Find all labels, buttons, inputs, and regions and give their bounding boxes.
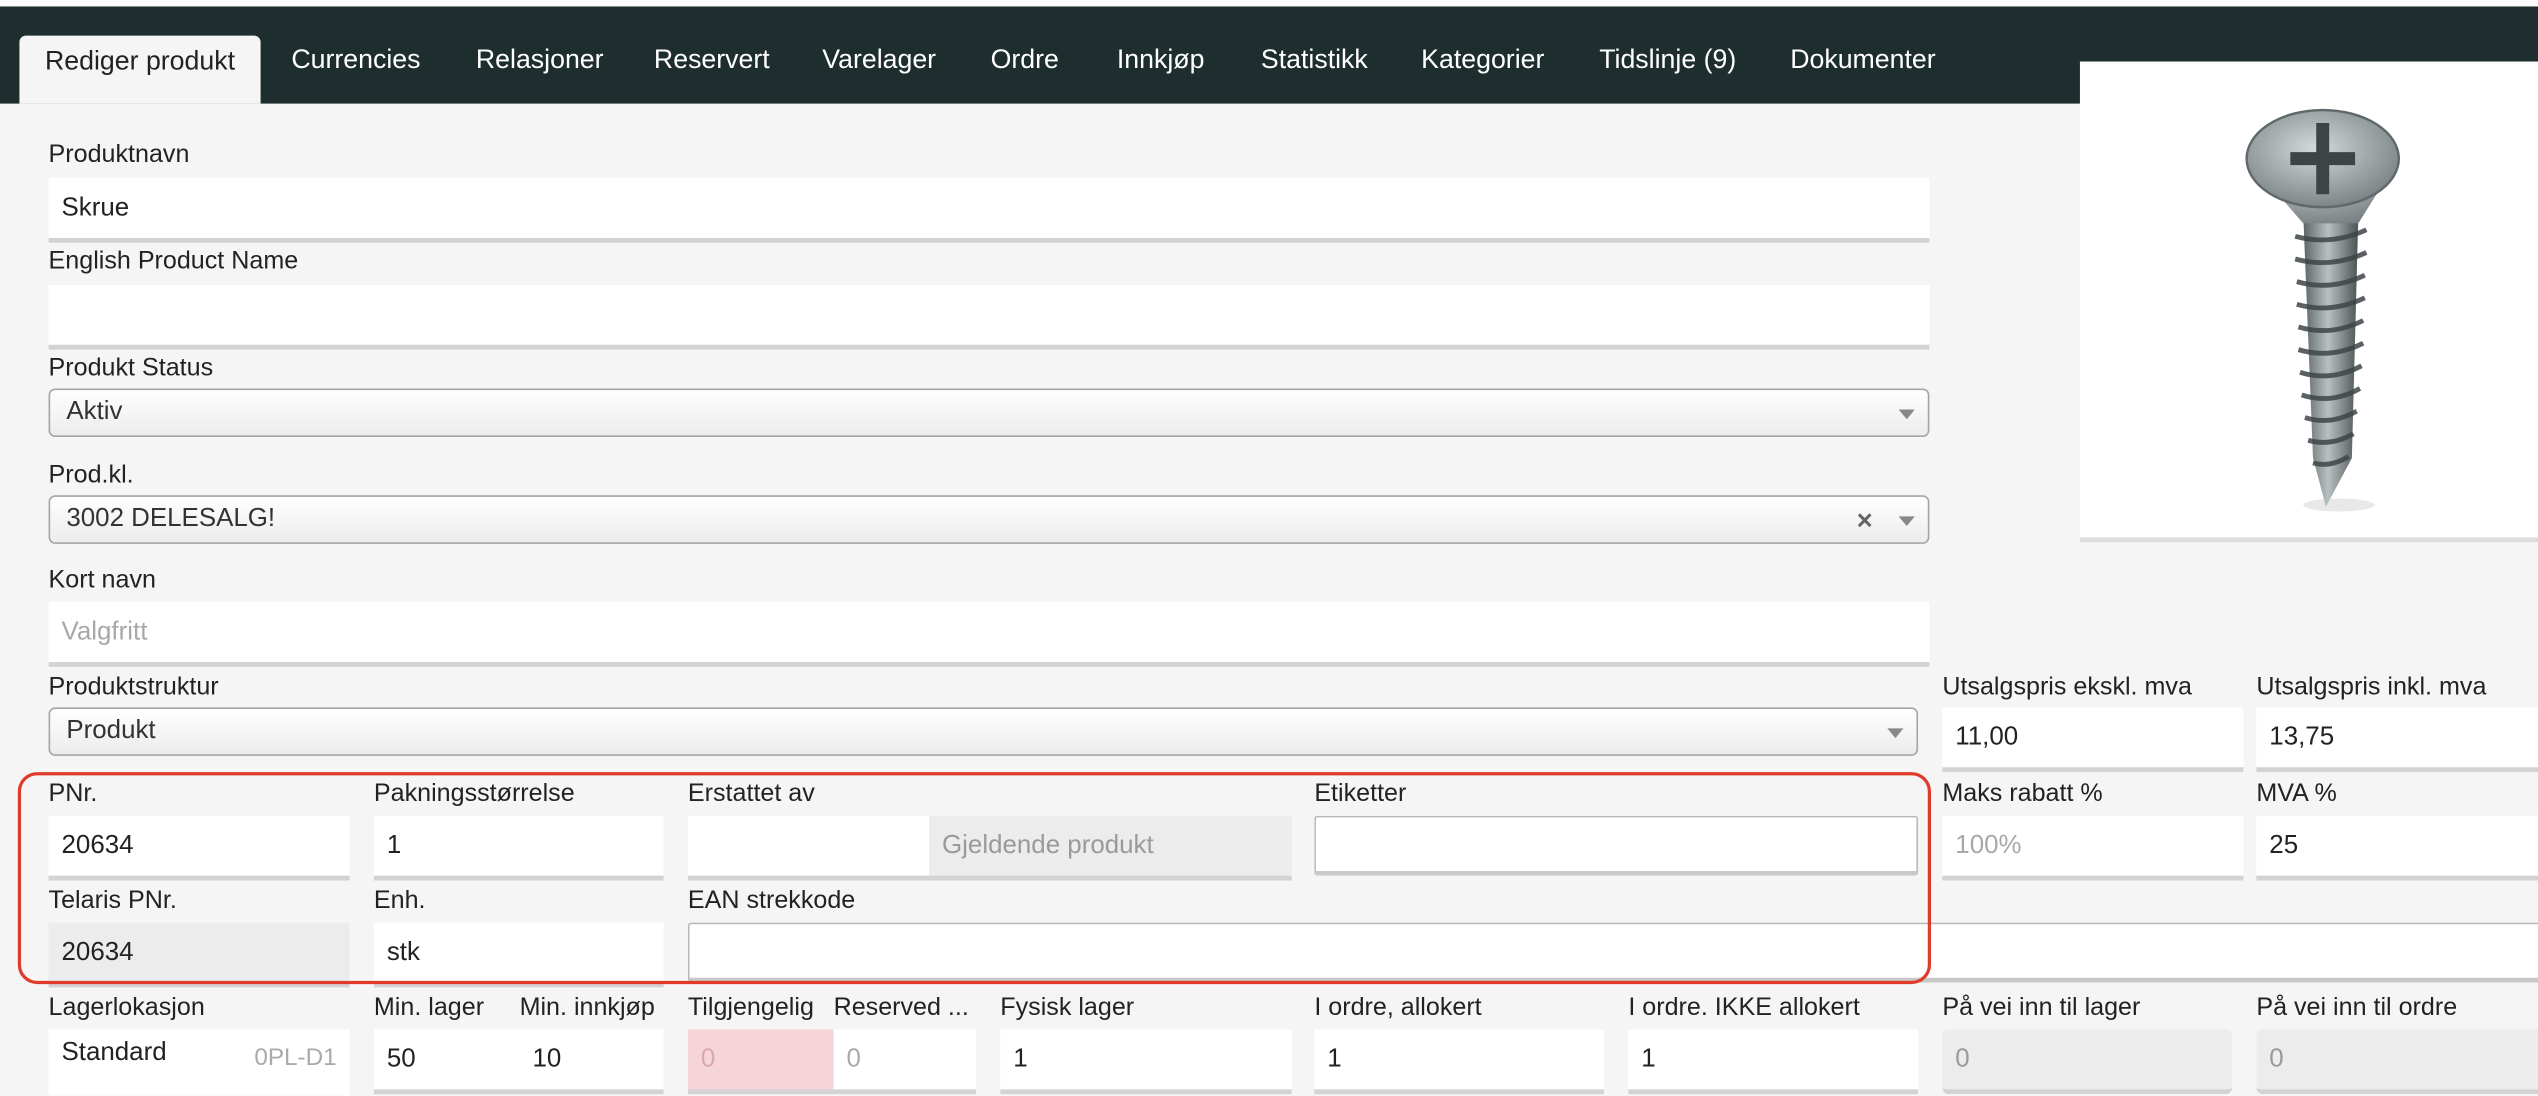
prod-kl-value: 3002 DELESALG! [66, 505, 276, 533]
maks-rabatt-label: Maks rabatt % [1942, 780, 2103, 808]
lagerlokasjon-input[interactable]: Standard 0PL-D1 [48, 1029, 350, 1096]
produkt-status-label: Produkt Status [48, 354, 214, 382]
min-innkjop-input[interactable]: 10 [519, 1029, 664, 1095]
chevron-down-icon [1898, 516, 1915, 527]
pa-vei-lager-field: 0 [1942, 1029, 2233, 1095]
kort-navn-input[interactable]: Valgfritt [48, 602, 1930, 667]
tab-rediger-produkt[interactable]: Rediger produkt [19, 35, 261, 104]
pnr-input[interactable]: 20634 [48, 815, 350, 881]
utsalgspris-inkl-input[interactable]: 13,75 [2256, 707, 2538, 773]
enh-label: Enh. [373, 887, 426, 915]
screw-icon [2245, 108, 2401, 512]
mva-input[interactable]: 25 [2256, 815, 2538, 881]
pa-vei-ordre-field: 0 [2256, 1029, 2538, 1095]
erstattet-av-input[interactable] [687, 815, 930, 881]
product-image-panel[interactable] [2079, 61, 2538, 543]
pakningsstorrelse-label: Pakningsstørrelse [373, 780, 575, 808]
enh-input[interactable]: stk [373, 922, 664, 988]
tab-tidslinje[interactable]: Tidslinje (9) [1599, 47, 1736, 99]
utsalgspris-ekskl-input[interactable]: 11,00 [1942, 707, 2244, 773]
tilgjengelig-label: Tilgjengelig [687, 993, 814, 1022]
maks-rabatt-input[interactable]: 100% [1942, 815, 2244, 881]
tab-relasjoner[interactable]: Relasjoner [476, 47, 604, 99]
produktstruktur-value: Produkt [66, 717, 156, 745]
i-ordre-allokert-field: 1 [1314, 1029, 1605, 1095]
prod-kl-label: Prod.kl. [48, 461, 134, 489]
gjeldende-produkt-field: Gjeldende produkt [929, 815, 1292, 881]
ean-label: EAN strekkode [687, 887, 856, 915]
prod-kl-select[interactable]: 3002 DELESALG! × [48, 495, 1930, 544]
chevron-down-icon [1887, 728, 1904, 739]
min-innkjop-label: Min. innkjøp [519, 993, 655, 1022]
reserved-field: 0 [833, 1029, 977, 1095]
tilgjengelig-field: 0 [687, 1029, 834, 1095]
english-name-input[interactable] [48, 284, 1930, 350]
i-ordre-allokert-label: I ordre, allokert [1314, 993, 1482, 1022]
tab-reservert[interactable]: Reservert [654, 47, 770, 99]
telaris-pnr-field: 20634 [48, 922, 350, 988]
reserved-label: Reserved ... [833, 993, 969, 1022]
tab-innkjop[interactable]: Innkjøp [1117, 47, 1205, 99]
produktnavn-label: Produktnavn [48, 140, 190, 169]
fysisk-lager-label: Fysisk lager [1000, 993, 1135, 1022]
chevron-down-icon [1898, 409, 1915, 420]
i-ordre-ikke-label: I ordre. IKKE allokert [1628, 993, 1860, 1022]
lagerlokasjon-value: Standard [61, 1039, 167, 1067]
tab-statistikk[interactable]: Statistikk [1261, 47, 1368, 99]
produkt-status-value: Aktiv [66, 398, 123, 426]
produktnavn-input[interactable]: Skrue [48, 178, 1930, 243]
tab-kategorier[interactable]: Kategorier [1421, 47, 1544, 99]
tab-varelager[interactable]: Varelager [822, 47, 936, 99]
mva-label: MVA % [2256, 780, 2337, 808]
erstattet-av-label: Erstattet av [687, 780, 815, 808]
product-editor: Rediger produkt Currencies Relasjoner Re… [0, 0, 2538, 1096]
english-name-label: English Product Name [48, 247, 299, 276]
etiketter-input[interactable] [1314, 815, 1919, 876]
i-ordre-ikke-field: 1 [1628, 1029, 1919, 1095]
pa-vei-ordre-label: På vei inn til ordre [2256, 993, 2458, 1022]
pa-vei-lager-label: På vei inn til lager [1942, 993, 2141, 1022]
produktstruktur-select[interactable]: Produkt [48, 707, 1919, 756]
lagerlokasjon-code: 0PL-D1 [254, 1044, 337, 1072]
pakningsstorrelse-input[interactable]: 1 [373, 815, 664, 881]
clear-icon[interactable]: × [1857, 507, 1873, 535]
etiketter-label: Etiketter [1314, 780, 1407, 808]
pnr-label: PNr. [48, 780, 98, 808]
min-lager-input[interactable]: 50 [373, 1029, 520, 1095]
lagerlokasjon-label: Lagerlokasjon [48, 993, 205, 1022]
produkt-status-select[interactable]: Aktiv [48, 388, 1930, 438]
min-lager-label: Min. lager [373, 993, 485, 1022]
utsalgspris-inkl-label: Utsalgspris inkl. mva [2256, 673, 2487, 701]
telaris-pnr-label: Telaris PNr. [48, 887, 177, 915]
tab-dokumenter[interactable]: Dokumenter [1790, 47, 1935, 99]
kort-navn-label: Kort navn [48, 566, 156, 595]
fysisk-lager-field: 1 [1000, 1029, 1292, 1095]
ean-input[interactable] [687, 922, 2538, 983]
utsalgspris-ekskl-label: Utsalgspris ekskl. mva [1942, 673, 2192, 701]
tab-currencies[interactable]: Currencies [291, 47, 420, 99]
produktstruktur-label: Produktstruktur [48, 673, 219, 701]
tab-ordre[interactable]: Ordre [991, 47, 1059, 99]
